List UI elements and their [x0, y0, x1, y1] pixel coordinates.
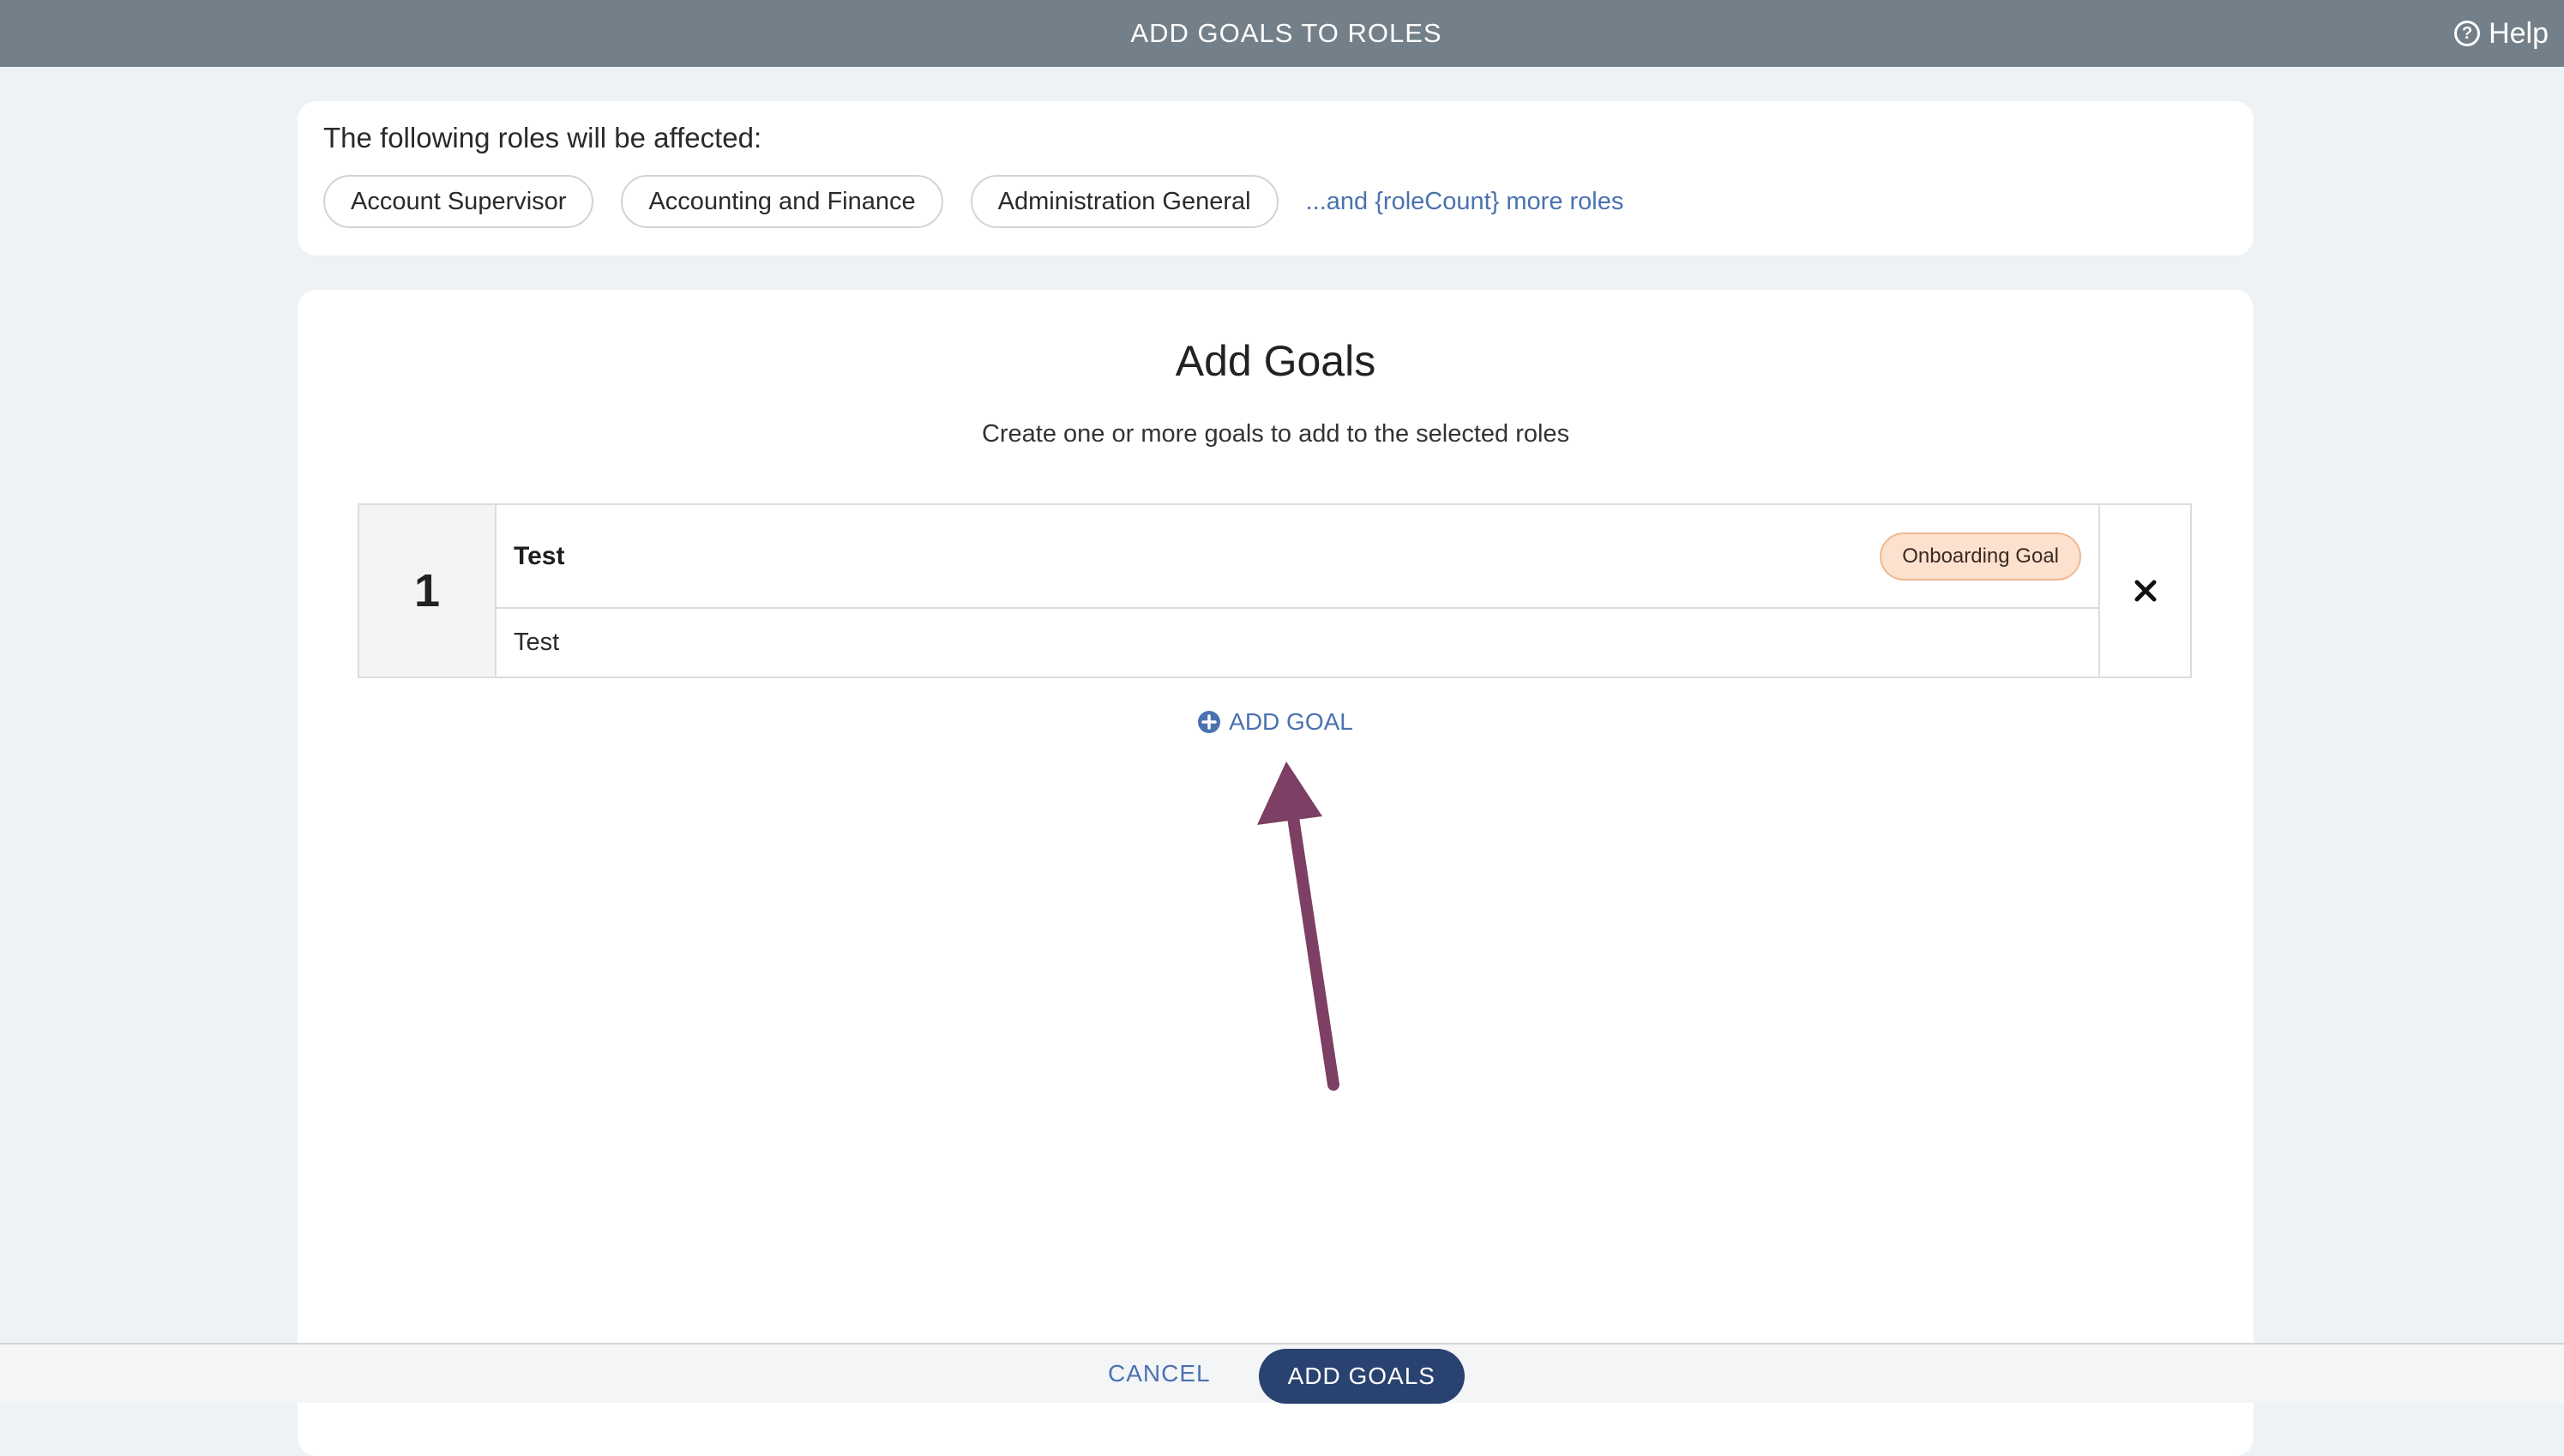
- add-goals-title: Add Goals: [1175, 337, 1376, 385]
- goal-title-row: Test Onboarding Goal: [497, 505, 2098, 609]
- more-roles-link[interactable]: ...and {roleCount} more roles: [1306, 188, 1624, 216]
- goal-number: 1: [359, 505, 497, 677]
- plus-circle-icon: [1198, 711, 1221, 733]
- affected-roles-heading: The following roles will be affected:: [323, 122, 762, 153]
- role-chip-list: Account Supervisor Accounting and Financ…: [323, 175, 1623, 228]
- top-bar: ADD GOALS TO ROLES ? Help: [0, 0, 2564, 67]
- goal-description: Test: [514, 629, 560, 656]
- close-icon: [2134, 580, 2156, 602]
- affected-roles-card: The following roles will be affected: Ac…: [298, 101, 2254, 256]
- page-title: ADD GOALS TO ROLES: [1130, 18, 1442, 48]
- goal-title: Test: [514, 541, 565, 570]
- annotation-arrow-icon: [1257, 761, 1339, 1091]
- add-goal-label: ADD GOAL: [1229, 708, 1353, 735]
- goal-row: 1 Test Onboarding Goal Test: [358, 503, 2192, 678]
- add-goals-button[interactable]: ADD GOALS: [1258, 1349, 1465, 1404]
- role-chip: Account Supervisor: [323, 175, 594, 228]
- help-label: Help: [2489, 16, 2549, 50]
- add-goal-row: ADD GOAL: [298, 708, 2254, 736]
- footer-bar: CANCEL ADD GOALS: [0, 1343, 2564, 1404]
- role-chip: Accounting and Finance: [621, 175, 943, 228]
- cancel-button[interactable]: CANCEL: [1108, 1360, 1211, 1387]
- goal-type-badge: Onboarding Goal: [1880, 532, 2081, 581]
- role-chip: Administration General: [970, 175, 1279, 228]
- remove-goal-button[interactable]: [2098, 505, 2190, 677]
- add-goal-button[interactable]: ADD GOAL: [1198, 708, 1353, 736]
- help-link[interactable]: ? Help: [2454, 0, 2549, 67]
- footer-actions: CANCEL ADD GOALS: [1108, 1344, 1465, 1404]
- goal-body[interactable]: Test Onboarding Goal Test: [497, 505, 2098, 677]
- question-circle-icon: ?: [2454, 21, 2481, 46]
- add-goals-subtitle: Create one or more goals to add to the s…: [981, 420, 1570, 448]
